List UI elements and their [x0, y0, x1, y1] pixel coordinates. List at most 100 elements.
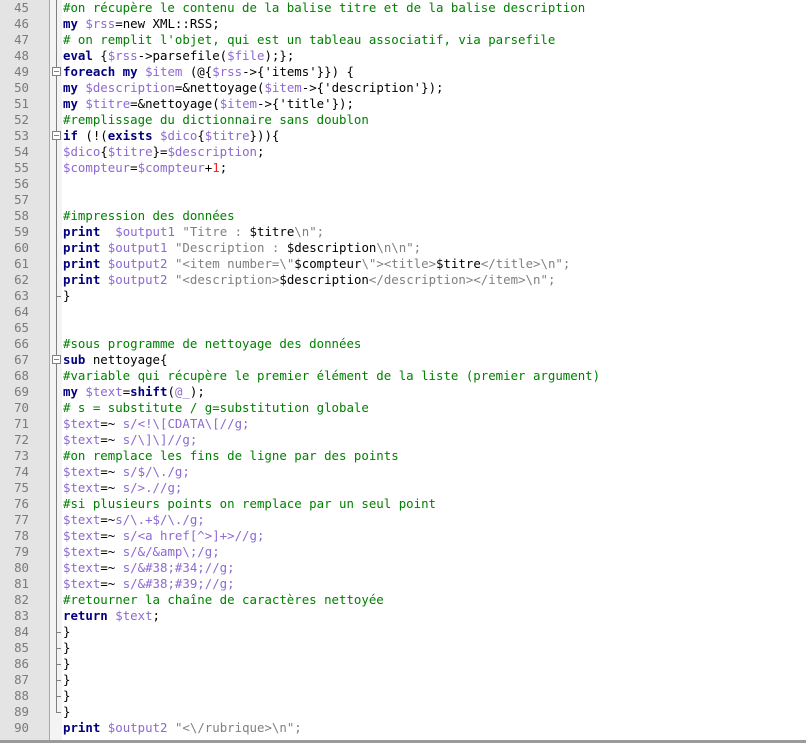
code-text[interactable]: print $output2 "<item number=\"$compteur…	[63, 256, 570, 272]
fold-line-marker	[50, 16, 62, 32]
code-line[interactable]: 72 $text=~ s/\]\]//g;	[0, 432, 806, 448]
code-text[interactable]: foreach my $item (@{$rss->{'items'}}) {	[63, 64, 354, 80]
fold-collapse-icon[interactable]	[50, 352, 62, 368]
code-line[interactable]: 60 print $output1 "Description : $descrip…	[0, 240, 806, 256]
code-text[interactable]: #on récupère le contenu de la balise tit…	[63, 0, 585, 16]
code-text[interactable]: # s = substitute / g=substitution global…	[63, 400, 369, 416]
code-line[interactable]: 68 #variable qui récupère le premier élém…	[0, 368, 806, 384]
code-text[interactable]: print $output2 "<description>$descriptio…	[63, 272, 555, 288]
fold-line-marker	[50, 480, 62, 496]
code-token: {	[100, 144, 108, 159]
code-line[interactable]: 63}	[0, 288, 806, 304]
code-text[interactable]: }	[63, 288, 70, 304]
code-line[interactable]: 79 $text=~ s/&/&amp\;/g;	[0, 544, 806, 560]
code-text[interactable]: $dico{$titre}=$description;	[63, 144, 264, 160]
code-line[interactable]: 71 $text=~ s/<!\[CDATA\[//g;	[0, 416, 806, 432]
code-text[interactable]: eval {$rss->parsefile($file);};	[63, 48, 294, 64]
code-text[interactable]: }	[63, 656, 70, 672]
code-line[interactable]: 70 # s = substitute / g=substitution glob…	[0, 400, 806, 416]
code-text[interactable]: sub nettoyage{	[63, 352, 167, 368]
code-line[interactable]: 74 $text=~ s/$/\./g;	[0, 464, 806, 480]
code-line[interactable]: 85}	[0, 640, 806, 656]
code-line[interactable]: 61 print $output2 "<item number=\"$compte…	[0, 256, 806, 272]
fold-collapse-icon[interactable]	[50, 64, 62, 80]
code-line[interactable]: 77 $text=~s/\.+$/\./g;	[0, 512, 806, 528]
code-line[interactable]: 84}	[0, 624, 806, 640]
code-text[interactable]: my $text=shift(@_);	[63, 384, 205, 400]
code-line[interactable]: 88}	[0, 688, 806, 704]
code-line[interactable]: 56	[0, 176, 806, 192]
code-line[interactable]: 80 $text=~ s/&#38;#34;//g;	[0, 560, 806, 576]
code-line[interactable]: 52 #remplissage du dictionnaire sans doub…	[0, 112, 806, 128]
code-text[interactable]: $text=~ s/&#38;#39;//g;	[63, 576, 235, 592]
code-line[interactable]: 55 $compteur=$compteur+1;	[0, 160, 806, 176]
code-text[interactable]: print $output1 "Titre : $titre\n";	[63, 224, 324, 240]
code-line[interactable]: 57	[0, 192, 806, 208]
code-text[interactable]: #impression des données	[63, 208, 235, 224]
code-text[interactable]: return $text;	[63, 608, 160, 624]
code-text[interactable]: }	[63, 704, 70, 720]
code-text[interactable]: #sous programme de nettoyage des données	[63, 336, 361, 352]
code-line[interactable]: 83 return $text;	[0, 608, 806, 624]
code-line[interactable]: 47 # on remplit l'objet, qui est un table…	[0, 32, 806, 48]
code-line[interactable]: 87}	[0, 672, 806, 688]
code-line[interactable]: 65	[0, 320, 806, 336]
code-text[interactable]: $text=~ s/<a href[^>]+>//g;	[63, 528, 264, 544]
code-line[interactable]: 49 foreach my $item (@{$rss->{'items'}}) …	[0, 64, 806, 80]
code-line[interactable]: 78 $text=~ s/<a href[^>]+>//g;	[0, 528, 806, 544]
code-line[interactable]: 86}	[0, 656, 806, 672]
fold-collapse-icon[interactable]	[50, 128, 62, 144]
code-text[interactable]: $text=~ s/&/&amp\;/g;	[63, 544, 220, 560]
code-line[interactable]: 73 #on remplace les fins de ligne par des…	[0, 448, 806, 464]
code-text[interactable]: }	[63, 624, 70, 640]
code-text[interactable]: $text=~s/\.+$/\./g;	[63, 512, 205, 528]
code-text[interactable]: }	[63, 672, 70, 688]
code-text[interactable]: #remplissage du dictionnaire sans doublo…	[63, 112, 369, 128]
code-line[interactable]: 53 if (!(exists $dico{$titre})){	[0, 128, 806, 144]
code-line[interactable]: 64	[0, 304, 806, 320]
code-line[interactable]: 45 #on récupère le contenu de la balise t…	[0, 0, 806, 16]
code-text[interactable]: $text=~ s/<!\[CDATA\[//g;	[63, 416, 250, 432]
code-line[interactable]: 75 $text=~ s/>.//g;	[0, 480, 806, 496]
code-text[interactable]: my $description=&nettoyage($item->{'desc…	[63, 80, 444, 96]
code-line[interactable]: 66 #sous programme de nettoyage des donné…	[0, 336, 806, 352]
code-text[interactable]: if (!(exists $dico{$titre})){	[63, 128, 279, 144]
code-line[interactable]: 50 my $description=&nettoyage($item->{'de…	[0, 80, 806, 96]
fold-line-marker	[50, 384, 62, 400]
code-text[interactable]: #on remplace les fins de ligne par des p…	[63, 448, 399, 464]
variable-token: $output1	[107, 240, 168, 255]
code-text[interactable]: my $titre=&nettoyage($item->{'title'});	[63, 96, 354, 112]
code-line[interactable]: 46 my $rss=new XML::RSS;	[0, 16, 806, 32]
code-text[interactable]: }	[63, 688, 70, 704]
code-text[interactable]: # on remplit l'objet, qui est un tableau…	[63, 32, 555, 48]
code-line[interactable]: 48 eval {$rss->parsefile($file);};	[0, 48, 806, 64]
code-text[interactable]: $text=~ s/\]\]//g;	[63, 432, 197, 448]
code-line[interactable]: 58 #impression des données	[0, 208, 806, 224]
code-lines[interactable]: 45 #on récupère le contenu de la balise t…	[0, 0, 806, 736]
code-line[interactable]: 69 my $text=shift(@_);	[0, 384, 806, 400]
code-line[interactable]: 67 sub nettoyage{	[0, 352, 806, 368]
code-text[interactable]: $text=~ s/>.//g;	[63, 480, 182, 496]
code-line[interactable]: 51 my $titre=&nettoyage($item->{'title'})…	[0, 96, 806, 112]
comment-token: #sous programme de nettoyage des données	[63, 336, 362, 351]
code-text[interactable]: print $output1 "Description : $descripti…	[63, 240, 421, 256]
code-text[interactable]: }	[63, 640, 70, 656]
code-text[interactable]: $text=~ s/&#38;#34;//g;	[63, 560, 235, 576]
code-text[interactable]: #retourner la chaîne de caractères netto…	[63, 592, 384, 608]
code-line[interactable]: 62 print $output2 "<description>$descript…	[0, 272, 806, 288]
code-line[interactable]: 90 print $output2 "<\/rubrique>\n";	[0, 720, 806, 736]
code-line[interactable]: 59 print $output1 "Titre : $titre\n";	[0, 224, 806, 240]
code-text[interactable]: #variable qui récupère le premier élémen…	[63, 368, 600, 384]
code-text[interactable]: $text=~ s/$/\./g;	[63, 464, 190, 480]
code-text[interactable]: print $output2 "<\/rubrique>\n";	[63, 720, 302, 736]
code-line[interactable]: 54 $dico{$titre}=$description;	[0, 144, 806, 160]
code-text[interactable]: #si plusieurs points on remplace par un …	[63, 496, 436, 512]
code-line[interactable]: 89}	[0, 704, 806, 720]
code-line[interactable]: 81 $text=~ s/&#38;#39;//g;	[0, 576, 806, 592]
code-editor[interactable]: 45 #on récupère le contenu de la balise t…	[0, 0, 806, 743]
code-text[interactable]: my $rss=new XML::RSS;	[63, 16, 220, 32]
code-line[interactable]: 76 #si plusieurs points on remplace par u…	[0, 496, 806, 512]
code-line[interactable]: 82 #retourner la chaîne de caractères net…	[0, 592, 806, 608]
code-text[interactable]: $compteur=$compteur+1;	[63, 160, 227, 176]
